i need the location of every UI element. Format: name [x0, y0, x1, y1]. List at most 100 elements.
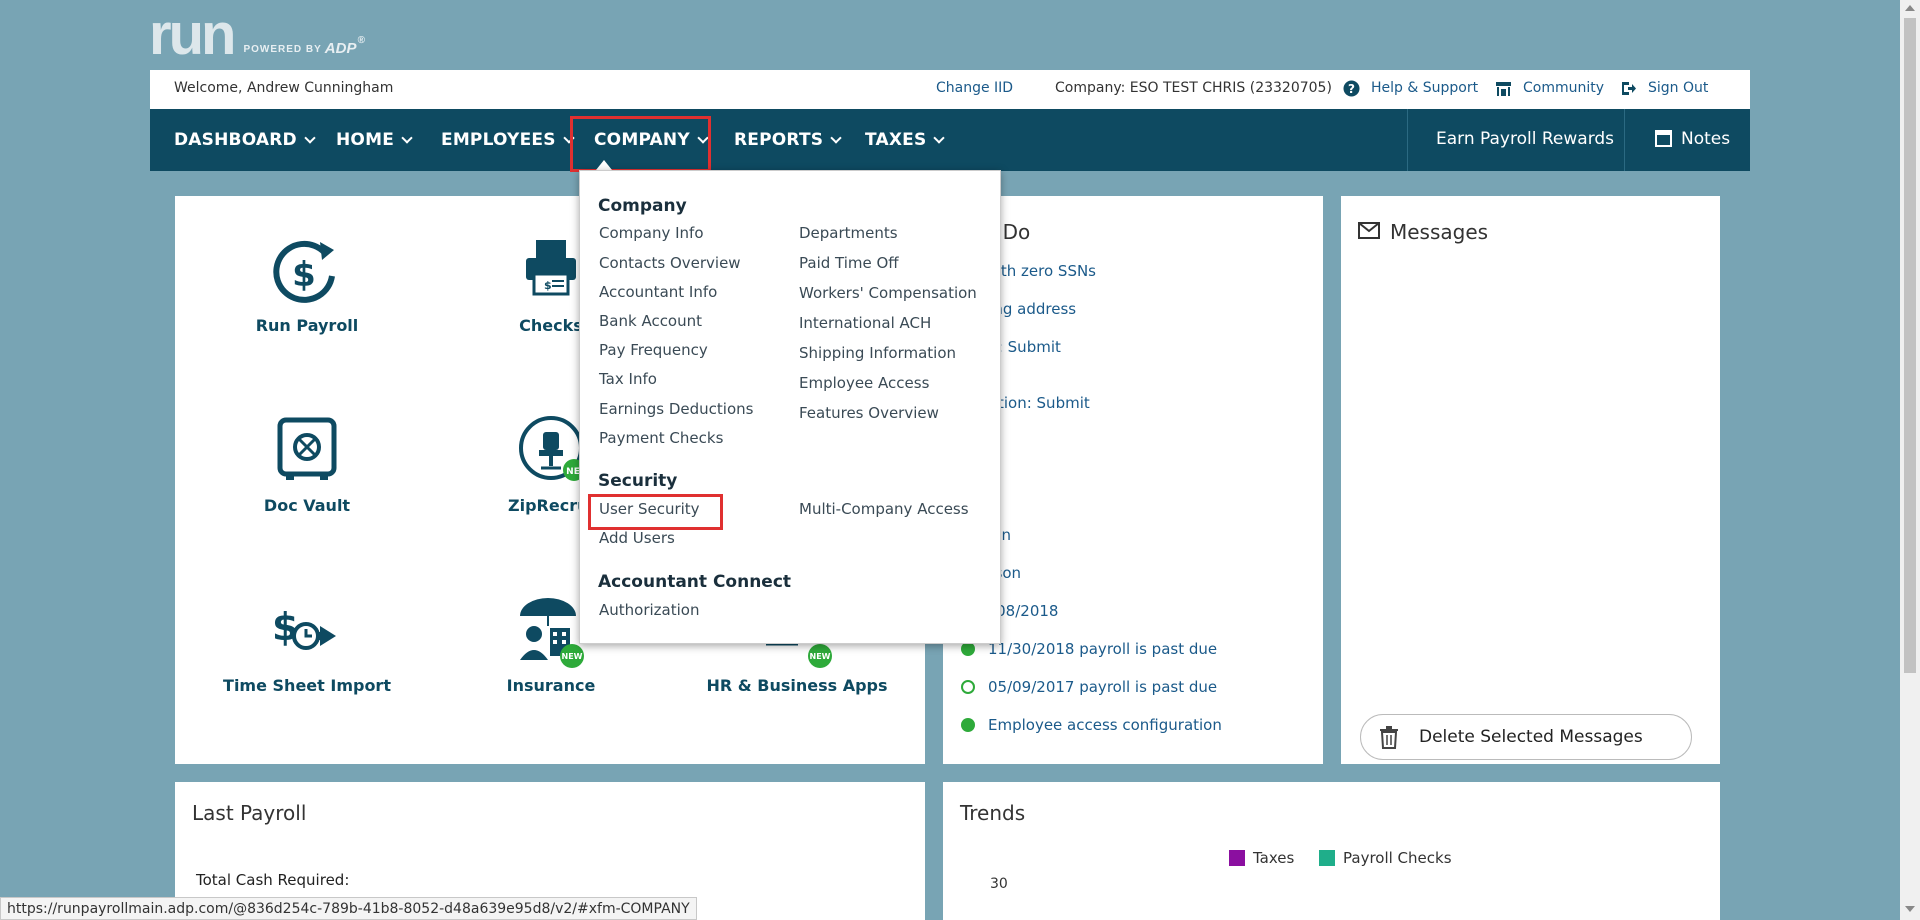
total-cash-required-label: Total Cash Required:	[196, 871, 350, 889]
nav-reports-label: REPORTS	[734, 130, 824, 150]
todo-item[interactable]: Employee access configuration	[988, 716, 1248, 734]
dropdown-heading-security: Security	[598, 471, 678, 491]
notes-icon[interactable]	[1655, 129, 1672, 147]
svg-text:$: $	[544, 279, 552, 292]
menu-item-company-info[interactable]: Company Info	[599, 224, 704, 242]
menu-item-features-overview[interactable]: Features Overview	[799, 404, 939, 422]
main-nav: DASHBOARD HOME EMPLOYEES COMPANY REPORTS…	[150, 109, 1750, 171]
earn-payroll-rewards-link[interactable]: Earn Payroll Rewards	[1436, 129, 1614, 149]
notes-link[interactable]: Notes	[1681, 129, 1730, 149]
nav-dashboard[interactable]: DASHBOARD	[174, 130, 316, 150]
sign-out-icon[interactable]	[1620, 80, 1637, 97]
nav-taxes-label: TAXES	[865, 130, 927, 150]
change-iid-link[interactable]: Change IID	[936, 80, 1013, 96]
menu-item-payment-checks[interactable]: Payment Checks	[599, 429, 723, 447]
nav-dashboard-label: DASHBOARD	[174, 130, 297, 150]
nav-employees[interactable]: EMPLOYEES	[441, 130, 575, 150]
insurance-label: Insurance	[506, 676, 596, 695]
legend-payroll-checks: Payroll Checks	[1319, 849, 1452, 867]
nav-active-caret	[596, 160, 612, 170]
svg-text:?: ?	[1348, 82, 1355, 96]
svg-text:$: $	[292, 255, 316, 295]
menu-item-contacts-overview[interactable]: Contacts Overview	[599, 254, 741, 272]
doc-vault-label: Doc Vault	[263, 496, 351, 515]
todo-item[interactable]: 05/09/2017 payroll is past due	[988, 678, 1248, 696]
community-icon[interactable]	[1495, 80, 1512, 97]
chevron-down-icon	[830, 131, 842, 144]
run-payroll-label: Run Payroll	[255, 316, 359, 335]
welcome-text: Welcome, Andrew Cunningham	[174, 80, 394, 96]
menu-item-earnings-deductions[interactable]: Earnings Deductions	[599, 400, 753, 418]
dropdown-heading-accountant-connect: Accountant Connect	[598, 572, 792, 592]
tile-run-payroll[interactable]: $ Run Payroll	[207, 234, 407, 335]
menu-item-international-ach[interactable]: International ACH	[799, 314, 931, 332]
doc-vault-safe-icon	[277, 417, 337, 480]
new-badge-text: NEW	[810, 652, 831, 661]
menu-item-employee-access[interactable]: Employee Access	[799, 374, 929, 392]
page-scrollbar[interactable]	[1900, 0, 1920, 920]
sign-out-link[interactable]: Sign Out	[1648, 80, 1708, 96]
status-dot	[961, 718, 975, 732]
scroll-up-icon[interactable]	[1905, 5, 1915, 11]
help-support-link[interactable]: Help & Support	[1371, 80, 1478, 96]
todo-item[interactable]: 11/30/2018 payroll is past due	[988, 640, 1248, 658]
legend-swatch	[1229, 850, 1245, 866]
delete-selected-messages-label: Delete Selected Messages	[1419, 727, 1643, 747]
tile-time-sheet-import[interactable]: $ Time Sheet Import	[207, 594, 407, 695]
community-link[interactable]: Community	[1523, 80, 1604, 96]
user-security-highlight-box	[588, 494, 723, 530]
dropdown-heading-company: Company	[598, 196, 687, 216]
menu-item-multi-company-access[interactable]: Multi-Company Access	[799, 500, 969, 518]
menu-item-bank-account[interactable]: Bank Account	[599, 312, 702, 330]
menu-item-paid-time-off[interactable]: Paid Time Off	[799, 254, 899, 272]
menu-item-authorization[interactable]: Authorization	[599, 601, 699, 619]
nav-home[interactable]: HOME	[336, 130, 413, 150]
nav-divider	[1624, 109, 1625, 171]
status-dot	[961, 642, 975, 656]
last-payroll-title: Last Payroll	[192, 801, 307, 825]
scroll-thumb[interactable]	[1904, 18, 1916, 673]
menu-item-accountant-info[interactable]: Accountant Info	[599, 283, 717, 301]
ziprecruiter-chair-icon: NE	[519, 416, 585, 481]
chevron-down-icon	[304, 131, 316, 144]
run-adp-logo: run POWERED BY ADP ®	[149, 2, 365, 67]
company-dropdown-menu: Company Company Info Contacts Overview A…	[579, 170, 1001, 644]
nav-divider	[1407, 109, 1408, 171]
help-icon[interactable]: ?	[1343, 80, 1360, 97]
top-bar: Welcome, Andrew Cunningham Change IID Co…	[150, 70, 1750, 109]
checks-printer-icon: $	[526, 240, 576, 296]
new-badge-text: NE	[566, 467, 580, 477]
tile-doc-vault[interactable]: Doc Vault	[207, 414, 407, 515]
new-badge-text: NEW	[562, 652, 583, 661]
nav-reports[interactable]: REPORTS	[734, 130, 842, 150]
logo-run-text: run	[149, 2, 236, 67]
company-highlight-box	[570, 116, 711, 172]
legend-taxes: Taxes	[1229, 849, 1294, 867]
chevron-down-icon	[401, 131, 413, 144]
nav-employees-label: EMPLOYEES	[441, 130, 556, 150]
envelope-icon	[1358, 222, 1380, 239]
scroll-down-icon[interactable]	[1905, 906, 1915, 912]
nav-home-label: HOME	[336, 130, 395, 150]
logo-registered: ®	[357, 35, 365, 46]
company-name: Company: ESO TEST CHRIS (23320705)	[1055, 80, 1332, 96]
run-payroll-icon: $	[273, 240, 335, 303]
trash-icon	[1380, 726, 1398, 749]
menu-item-shipping-information[interactable]: Shipping Information	[799, 344, 956, 362]
delete-selected-messages-button[interactable]: Delete Selected Messages	[1360, 714, 1692, 760]
logo-powered-by: POWERED BY	[243, 44, 322, 55]
messages-title: Messages	[1390, 220, 1489, 244]
hr-business-apps-label: HR & Business Apps	[706, 676, 888, 695]
menu-item-departments[interactable]: Departments	[799, 224, 898, 242]
time-sheet-import-label: Time Sheet Import	[223, 676, 391, 695]
nav-taxes[interactable]: TAXES	[865, 130, 946, 150]
menu-item-tax-info[interactable]: Tax Info	[599, 370, 657, 388]
time-sheet-import-icon: $	[272, 605, 336, 650]
trends-title: Trends	[960, 801, 1026, 825]
menu-item-workers-compensation[interactable]: Workers' Compensation	[799, 284, 977, 302]
logo-adp: ADP	[324, 40, 357, 57]
legend-label: Payroll Checks	[1343, 849, 1452, 867]
menu-item-pay-frequency[interactable]: Pay Frequency	[599, 341, 708, 359]
legend-label: Taxes	[1253, 849, 1295, 867]
menu-item-add-users[interactable]: Add Users	[599, 529, 675, 547]
